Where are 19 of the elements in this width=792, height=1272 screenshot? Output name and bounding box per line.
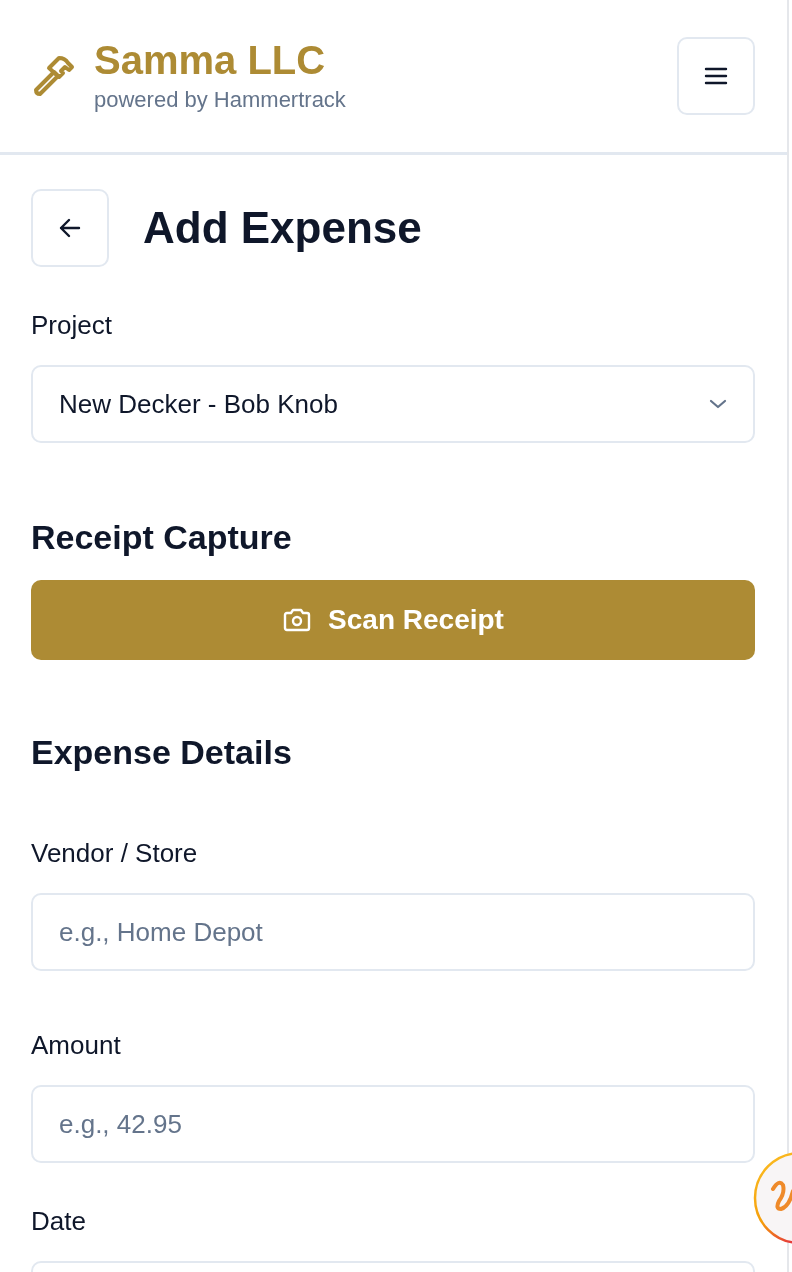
field-label: Amount (31, 1029, 122, 1061)
company-name: Samma LLC (94, 37, 327, 83)
company-tagline: powered by Hammertrack (94, 86, 346, 114)
back-arrow-icon (59, 218, 81, 238)
field-label: Project (31, 309, 113, 341)
camera-icon (282, 608, 313, 632)
chevron-down-icon (709, 399, 727, 409)
menu-icon (704, 67, 728, 85)
menu-button[interactable] (677, 37, 755, 115)
input-field[interactable]: e.g., Home Depot (31, 893, 755, 971)
hammer-icon (32, 55, 76, 97)
section-heading: Receipt Capture (31, 517, 293, 557)
back-button[interactable] (31, 189, 109, 267)
input-field[interactable]: e.g., 42.95 (31, 1085, 755, 1163)
project-select[interactable]: New Decker - Bob Knob (31, 365, 755, 443)
page-title: Add Expense (143, 202, 422, 254)
field-label: Vendor / Store (31, 837, 199, 869)
section-heading: Expense Details (31, 732, 293, 772)
field-label: Date (31, 1205, 87, 1237)
